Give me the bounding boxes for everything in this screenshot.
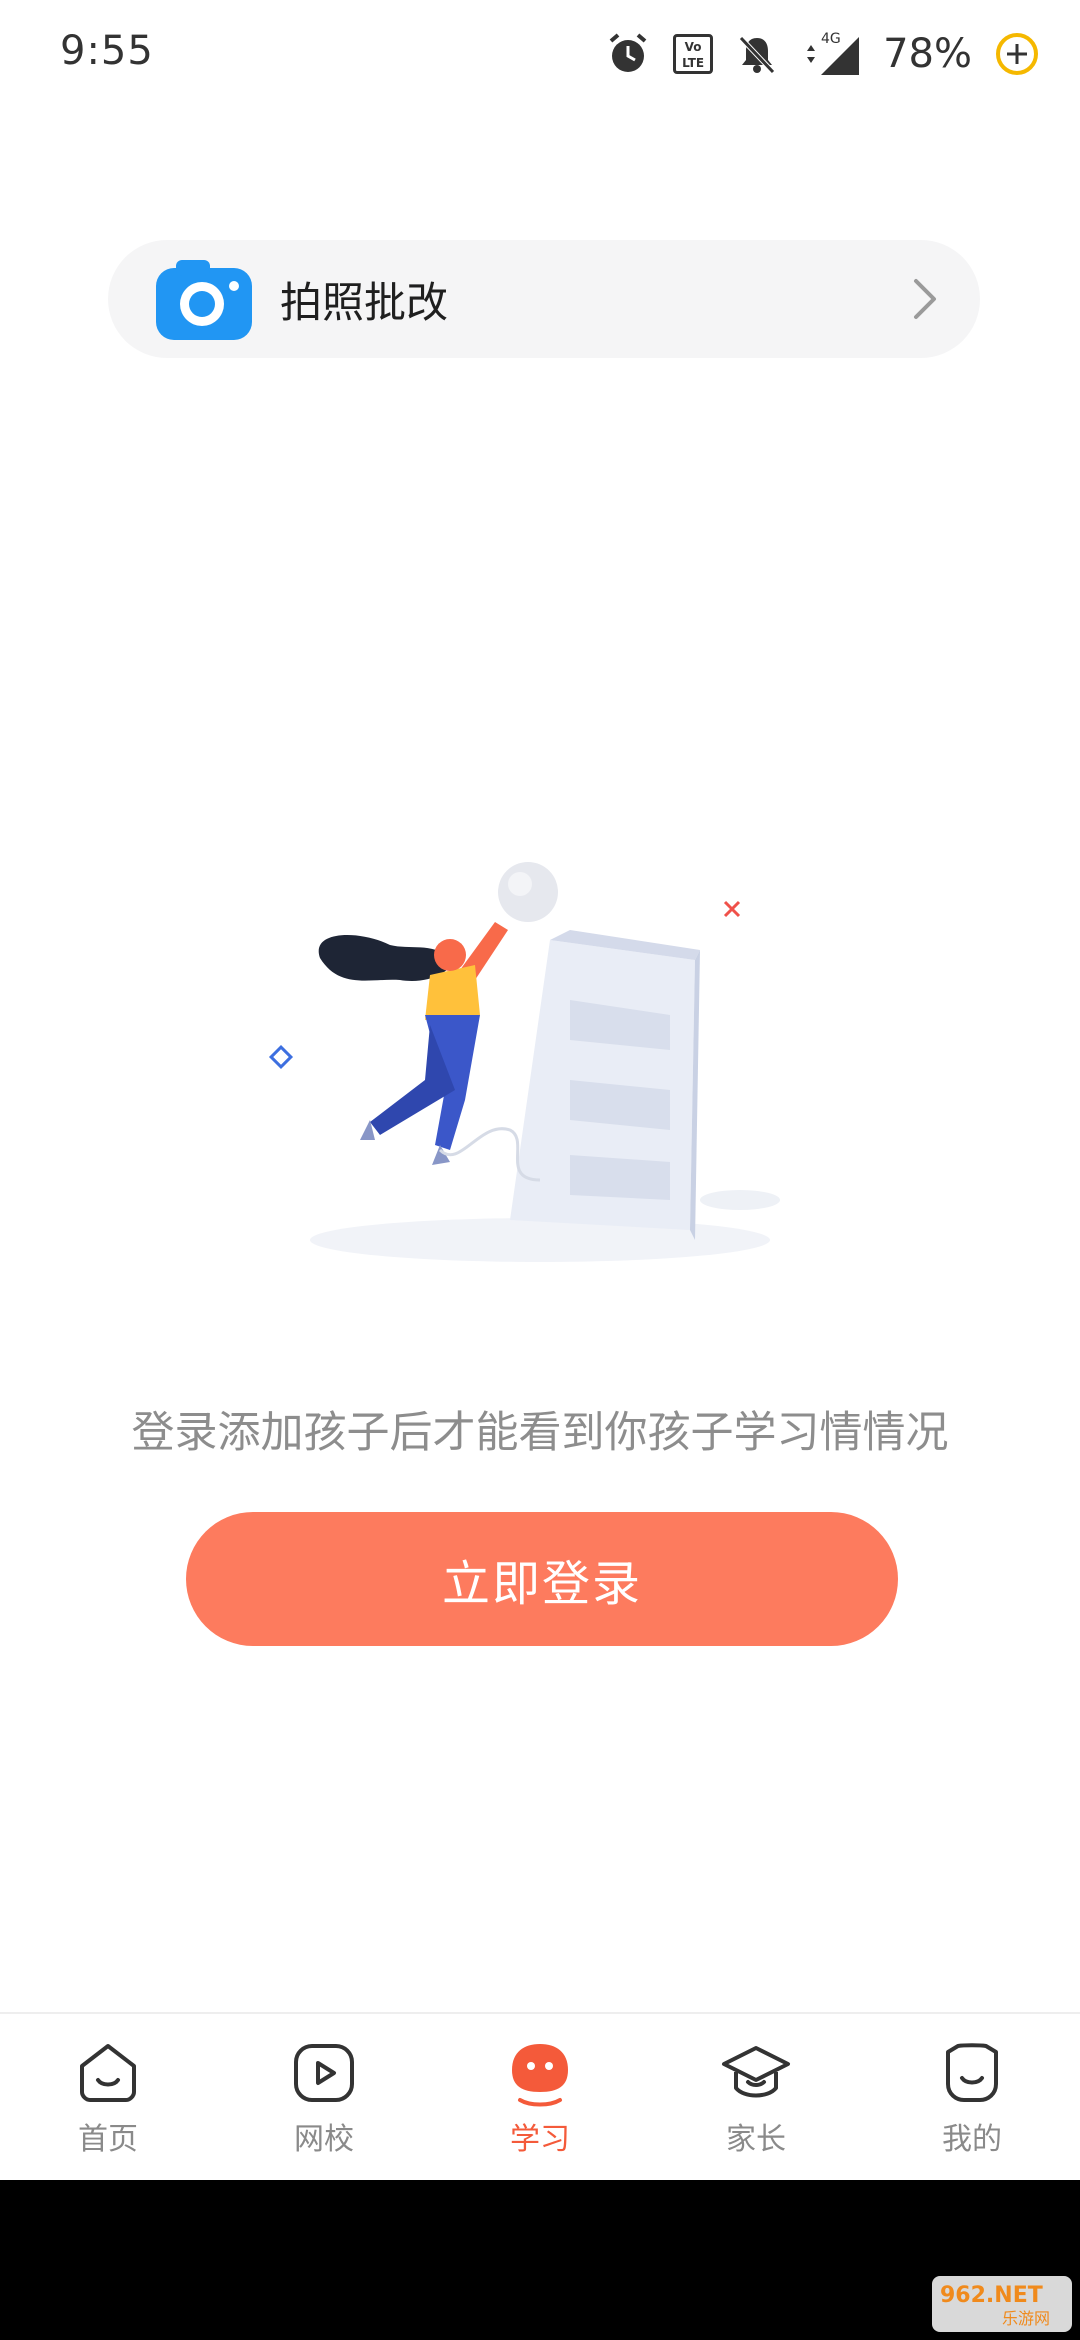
chevron-right-icon xyxy=(914,279,936,319)
site-watermark-logo: 962.NET 乐游网 xyxy=(932,2276,1072,2332)
alarm-icon xyxy=(609,33,647,72)
status-icons: Vo LTE 4G 78% xyxy=(605,24,1040,84)
status-bar: 9:55 Vo LTE 4G 78% xyxy=(0,0,1080,110)
status-time: 9:55 xyxy=(60,28,154,74)
nav-item-profile[interactable]: 我的 xyxy=(864,2014,1080,2182)
watermark-top-text: 962.NET xyxy=(940,2283,1043,2308)
profile-face-icon xyxy=(946,2043,998,2102)
volte-icon: Vo LTE xyxy=(673,34,714,74)
graduation-cap-icon xyxy=(722,2046,790,2098)
system-navigation-bar: 962.NET 乐游网 xyxy=(0,2180,1080,2340)
login-now-button[interactable]: 立即登录 xyxy=(186,1512,898,1646)
nav-label-profile: 我的 xyxy=(942,2122,1002,2157)
nav-item-parent[interactable]: 家长 xyxy=(648,2014,864,2182)
network-type: 4G xyxy=(821,31,841,47)
volte-top-text: Vo xyxy=(684,40,702,54)
nav-item-study[interactable]: 学习 xyxy=(432,2014,648,2182)
photo-correction-label: 拍照批改 xyxy=(280,277,449,327)
signal-4g-icon: 4G xyxy=(807,31,860,75)
nav-item-online-school[interactable]: 网校 xyxy=(216,2014,432,2182)
volte-bottom-text: LTE xyxy=(682,56,705,70)
nav-label-parent: 家长 xyxy=(726,2122,786,2157)
nav-label-study: 学习 xyxy=(510,2122,570,2157)
login-hint-message: 登录添加孩子后才能看到你孩子学习情情况 xyxy=(131,1408,949,1458)
nav-label-home: 首页 xyxy=(78,2122,138,2157)
bell-muted-icon xyxy=(739,36,775,74)
play-icon xyxy=(294,2044,354,2102)
battery-saver-icon xyxy=(996,33,1038,75)
empty-state-illustration xyxy=(268,862,780,1262)
watermark-bottom-text: 乐游网 xyxy=(1002,2309,1050,2328)
study-face-icon xyxy=(512,2044,568,2107)
battery-percent: 78% xyxy=(883,31,972,77)
bottom-nav: 首页 网校 学习 家长 我的 xyxy=(0,2012,1080,2182)
home-face-icon xyxy=(80,2044,136,2102)
photo-correction-card[interactable]: 拍照批改 xyxy=(108,240,980,358)
camera-icon xyxy=(156,260,252,340)
nav-label-online-school: 网校 xyxy=(294,2122,354,2157)
nav-item-home[interactable]: 首页 xyxy=(0,2014,216,2182)
